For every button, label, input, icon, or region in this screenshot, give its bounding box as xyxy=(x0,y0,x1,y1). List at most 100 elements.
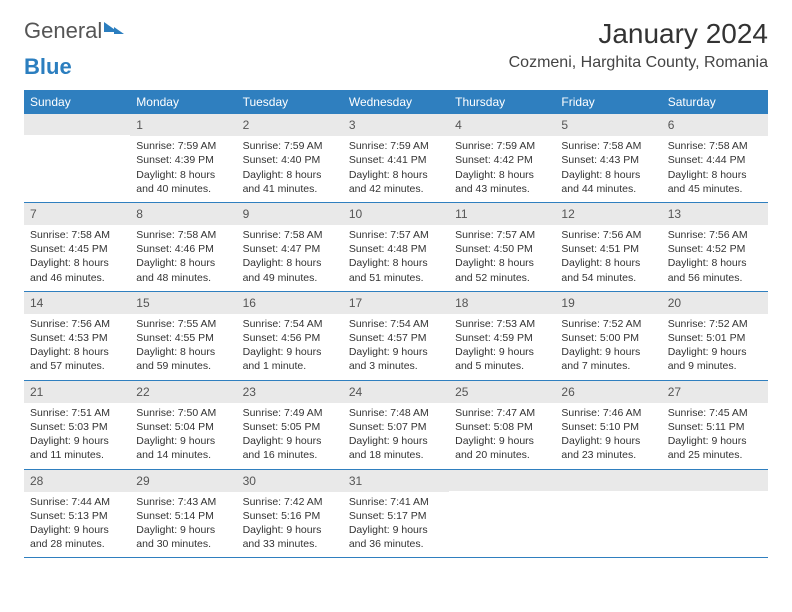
day-body: Sunrise: 7:49 AMSunset: 5:05 PMDaylight:… xyxy=(237,403,343,469)
sunrise-text: Sunrise: 7:59 AM xyxy=(455,139,549,153)
day-body: Sunrise: 7:58 AMSunset: 4:47 PMDaylight:… xyxy=(237,225,343,291)
sunset-text: Sunset: 4:53 PM xyxy=(30,331,124,345)
day-body: Sunrise: 7:57 AMSunset: 4:50 PMDaylight:… xyxy=(449,225,555,291)
sunset-text: Sunset: 5:17 PM xyxy=(349,509,443,523)
daylight-text: Daylight: 9 hours and 28 minutes. xyxy=(30,523,124,551)
sunset-text: Sunset: 4:47 PM xyxy=(243,242,337,256)
sunrise-text: Sunrise: 7:58 AM xyxy=(30,228,124,242)
day-cell: 11Sunrise: 7:57 AMSunset: 4:50 PMDayligh… xyxy=(449,203,555,291)
weekday-header: Tuesday xyxy=(237,90,343,114)
weeks-container: 1Sunrise: 7:59 AMSunset: 4:39 PMDaylight… xyxy=(24,114,768,558)
day-number: 8 xyxy=(130,203,236,225)
daylight-text: Daylight: 8 hours and 54 minutes. xyxy=(561,256,655,284)
day-cell: 20Sunrise: 7:52 AMSunset: 5:01 PMDayligh… xyxy=(662,292,768,380)
day-number: 18 xyxy=(449,292,555,314)
sunset-text: Sunset: 4:57 PM xyxy=(349,331,443,345)
day-number: 17 xyxy=(343,292,449,314)
day-body: Sunrise: 7:58 AMSunset: 4:45 PMDaylight:… xyxy=(24,225,130,291)
day-body: Sunrise: 7:43 AMSunset: 5:14 PMDaylight:… xyxy=(130,492,236,558)
day-number xyxy=(662,470,768,491)
daylight-text: Daylight: 9 hours and 3 minutes. xyxy=(349,345,443,373)
sunrise-text: Sunrise: 7:59 AM xyxy=(136,139,230,153)
daylight-text: Daylight: 9 hours and 20 minutes. xyxy=(455,434,549,462)
sunrise-text: Sunrise: 7:52 AM xyxy=(561,317,655,331)
day-body: Sunrise: 7:59 AMSunset: 4:41 PMDaylight:… xyxy=(343,136,449,202)
day-body: Sunrise: 7:47 AMSunset: 5:08 PMDaylight:… xyxy=(449,403,555,469)
sunset-text: Sunset: 4:52 PM xyxy=(668,242,762,256)
sunset-text: Sunset: 4:56 PM xyxy=(243,331,337,345)
sunrise-text: Sunrise: 7:43 AM xyxy=(136,495,230,509)
daylight-text: Daylight: 8 hours and 42 minutes. xyxy=(349,168,443,196)
day-number: 28 xyxy=(24,470,130,492)
day-cell xyxy=(449,470,555,558)
weekday-header: Wednesday xyxy=(343,90,449,114)
day-cell: 31Sunrise: 7:41 AMSunset: 5:17 PMDayligh… xyxy=(343,470,449,558)
location-label: Cozmeni, Harghita County, Romania xyxy=(509,54,768,72)
sunrise-text: Sunrise: 7:58 AM xyxy=(561,139,655,153)
sunrise-text: Sunrise: 7:51 AM xyxy=(30,406,124,420)
day-number: 7 xyxy=(24,203,130,225)
sunset-text: Sunset: 4:42 PM xyxy=(455,153,549,167)
day-body: Sunrise: 7:42 AMSunset: 5:16 PMDaylight:… xyxy=(237,492,343,558)
sunset-text: Sunset: 5:10 PM xyxy=(561,420,655,434)
sunrise-text: Sunrise: 7:58 AM xyxy=(668,139,762,153)
day-body: Sunrise: 7:51 AMSunset: 5:03 PMDaylight:… xyxy=(24,403,130,469)
daylight-text: Daylight: 8 hours and 51 minutes. xyxy=(349,256,443,284)
day-body: Sunrise: 7:41 AMSunset: 5:17 PMDaylight:… xyxy=(343,492,449,558)
day-body: Sunrise: 7:55 AMSunset: 4:55 PMDaylight:… xyxy=(130,314,236,380)
daylight-text: Daylight: 9 hours and 9 minutes. xyxy=(668,345,762,373)
sunset-text: Sunset: 4:51 PM xyxy=(561,242,655,256)
sunrise-text: Sunrise: 7:44 AM xyxy=(30,495,124,509)
day-number: 4 xyxy=(449,114,555,136)
weekday-header: Saturday xyxy=(662,90,768,114)
day-body: Sunrise: 7:48 AMSunset: 5:07 PMDaylight:… xyxy=(343,403,449,469)
daylight-text: Daylight: 9 hours and 5 minutes. xyxy=(455,345,549,373)
daylight-text: Daylight: 9 hours and 33 minutes. xyxy=(243,523,337,551)
weekday-header: Thursday xyxy=(449,90,555,114)
day-number: 14 xyxy=(24,292,130,314)
day-body: Sunrise: 7:58 AMSunset: 4:43 PMDaylight:… xyxy=(555,136,661,202)
daylight-text: Daylight: 8 hours and 48 minutes. xyxy=(136,256,230,284)
sunrise-text: Sunrise: 7:57 AM xyxy=(349,228,443,242)
day-number: 31 xyxy=(343,470,449,492)
sunset-text: Sunset: 4:41 PM xyxy=(349,153,443,167)
sunset-text: Sunset: 4:39 PM xyxy=(136,153,230,167)
day-body: Sunrise: 7:57 AMSunset: 4:48 PMDaylight:… xyxy=(343,225,449,291)
sunset-text: Sunset: 5:01 PM xyxy=(668,331,762,345)
day-body: Sunrise: 7:58 AMSunset: 4:46 PMDaylight:… xyxy=(130,225,236,291)
day-cell: 29Sunrise: 7:43 AMSunset: 5:14 PMDayligh… xyxy=(130,470,236,558)
sunset-text: Sunset: 5:13 PM xyxy=(30,509,124,523)
triangle-icon xyxy=(114,27,124,34)
daylight-text: Daylight: 8 hours and 43 minutes. xyxy=(455,168,549,196)
day-body: Sunrise: 7:44 AMSunset: 5:13 PMDaylight:… xyxy=(24,492,130,558)
sunrise-text: Sunrise: 7:53 AM xyxy=(455,317,549,331)
sunrise-text: Sunrise: 7:50 AM xyxy=(136,406,230,420)
day-number: 22 xyxy=(130,381,236,403)
day-number: 6 xyxy=(662,114,768,136)
day-cell: 15Sunrise: 7:55 AMSunset: 4:55 PMDayligh… xyxy=(130,292,236,380)
sunset-text: Sunset: 4:45 PM xyxy=(30,242,124,256)
day-cell: 16Sunrise: 7:54 AMSunset: 4:56 PMDayligh… xyxy=(237,292,343,380)
day-body: Sunrise: 7:59 AMSunset: 4:40 PMDaylight:… xyxy=(237,136,343,202)
day-body: Sunrise: 7:56 AMSunset: 4:52 PMDaylight:… xyxy=(662,225,768,291)
day-number: 5 xyxy=(555,114,661,136)
sunrise-text: Sunrise: 7:45 AM xyxy=(668,406,762,420)
page-title: January 2024 xyxy=(509,18,768,50)
day-cell xyxy=(555,470,661,558)
day-cell: 7Sunrise: 7:58 AMSunset: 4:45 PMDaylight… xyxy=(24,203,130,291)
daylight-text: Daylight: 9 hours and 14 minutes. xyxy=(136,434,230,462)
daylight-text: Daylight: 9 hours and 1 minute. xyxy=(243,345,337,373)
sunset-text: Sunset: 5:00 PM xyxy=(561,331,655,345)
daylight-text: Daylight: 9 hours and 18 minutes. xyxy=(349,434,443,462)
day-cell: 13Sunrise: 7:56 AMSunset: 4:52 PMDayligh… xyxy=(662,203,768,291)
day-number: 12 xyxy=(555,203,661,225)
day-cell: 17Sunrise: 7:54 AMSunset: 4:57 PMDayligh… xyxy=(343,292,449,380)
day-number: 10 xyxy=(343,203,449,225)
day-number: 30 xyxy=(237,470,343,492)
day-cell: 3Sunrise: 7:59 AMSunset: 4:41 PMDaylight… xyxy=(343,114,449,202)
day-cell: 6Sunrise: 7:58 AMSunset: 4:44 PMDaylight… xyxy=(662,114,768,202)
sunset-text: Sunset: 4:59 PM xyxy=(455,331,549,345)
title-block: January 2024 Cozmeni, Harghita County, R… xyxy=(509,18,768,72)
day-body: Sunrise: 7:46 AMSunset: 5:10 PMDaylight:… xyxy=(555,403,661,469)
sunset-text: Sunset: 4:43 PM xyxy=(561,153,655,167)
